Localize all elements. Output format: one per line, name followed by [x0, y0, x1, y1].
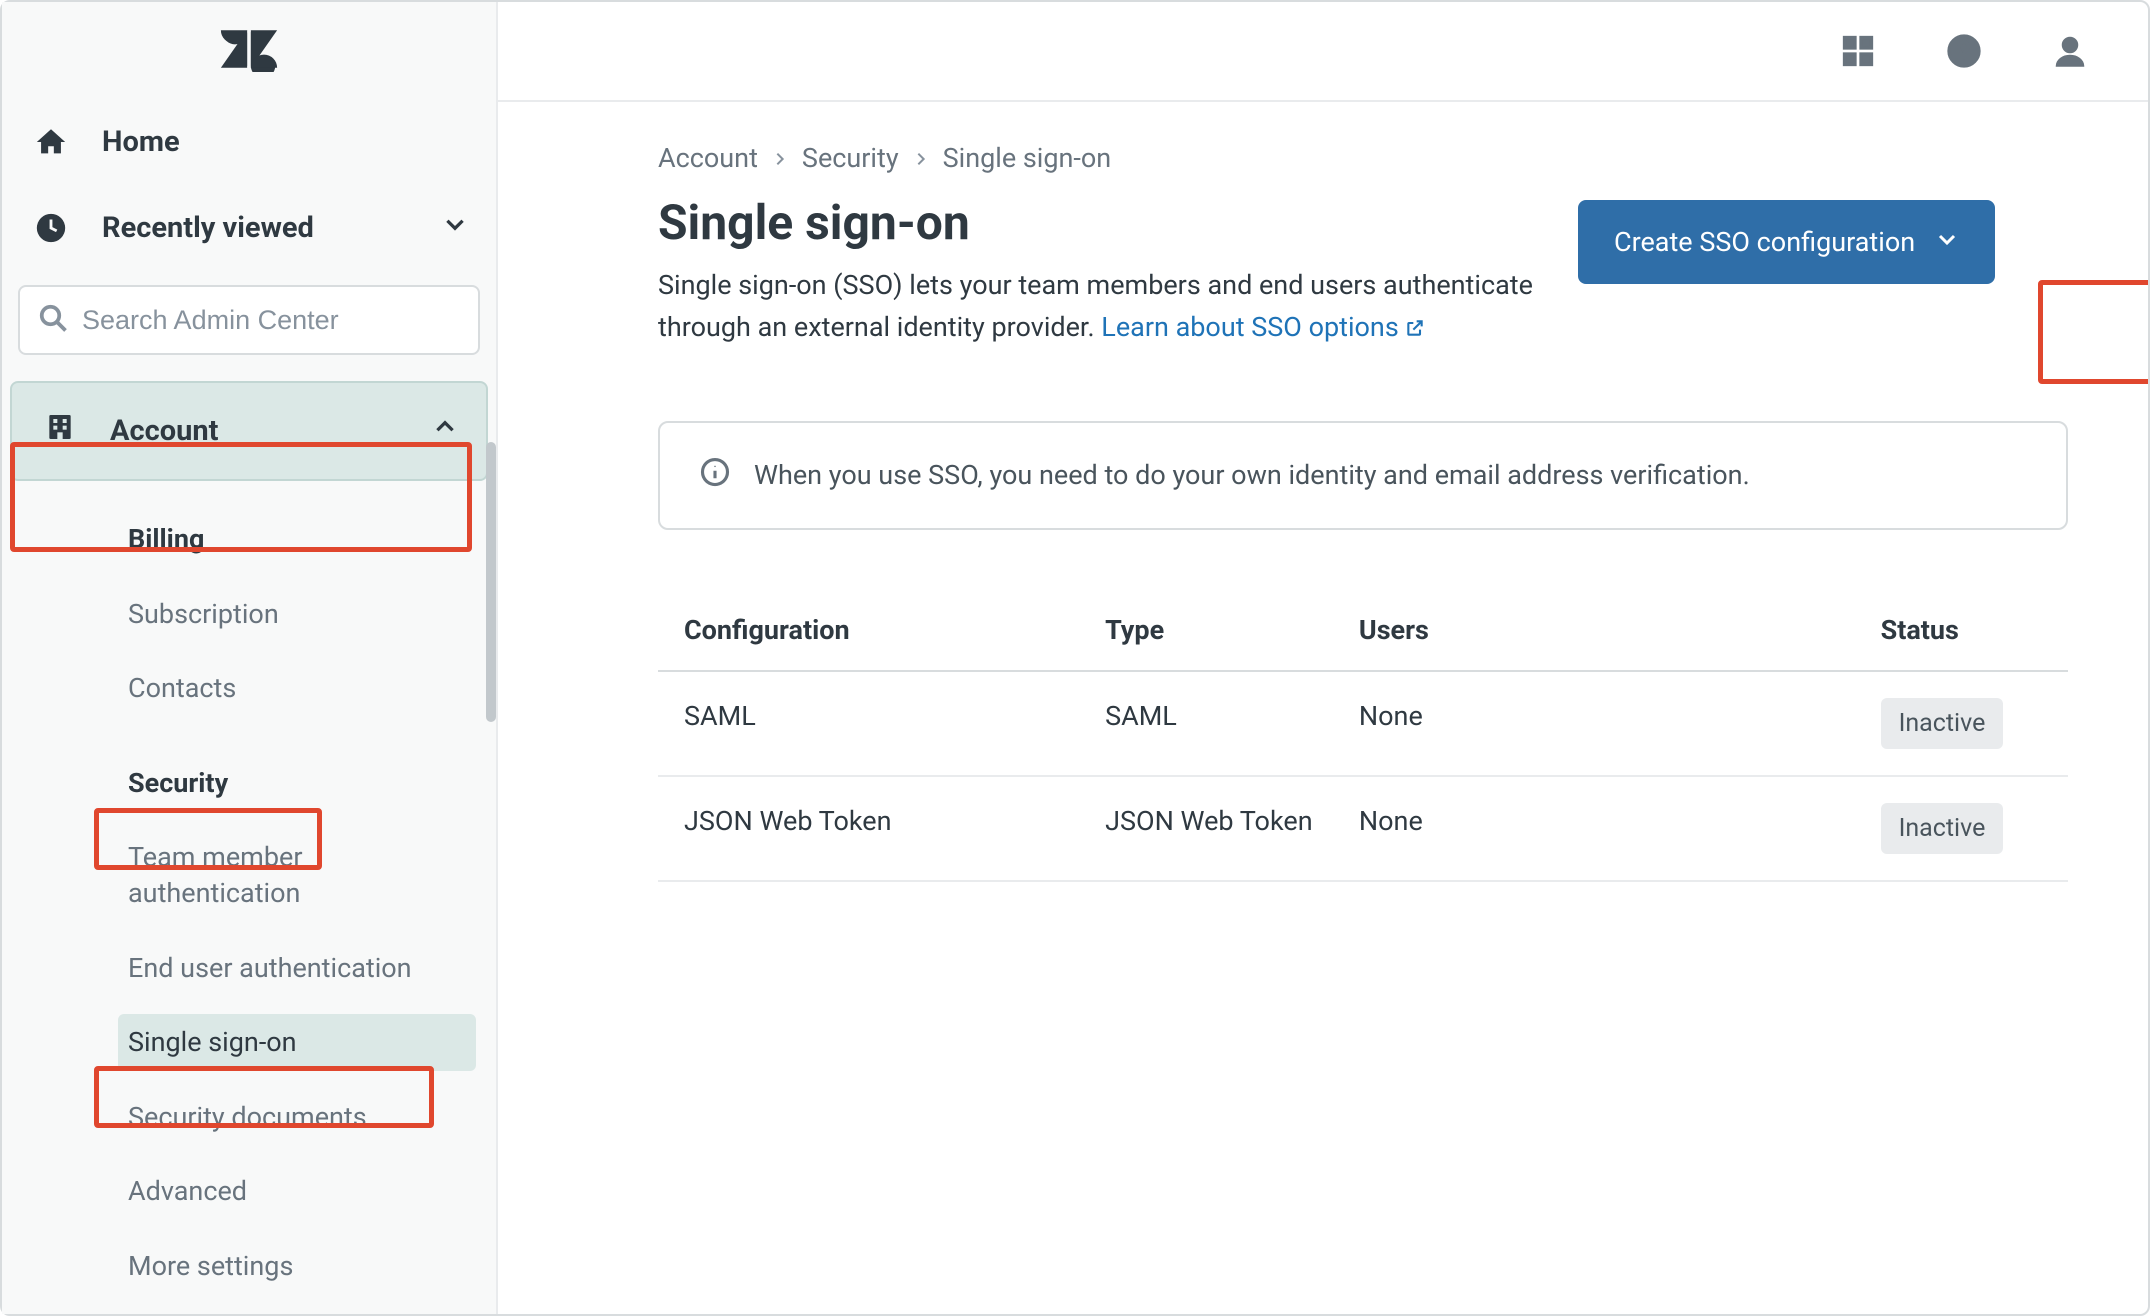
profile-icon[interactable] — [2052, 33, 2088, 69]
sidebar: Home Recently viewed Accoun — [2, 2, 498, 1314]
chevron-up-icon — [432, 414, 458, 448]
col-configuration: Configuration — [658, 590, 1095, 671]
chevron-right-icon — [913, 142, 929, 174]
create-sso-button[interactable]: Create SSO configuration — [1578, 200, 1995, 284]
col-users: Users — [1349, 590, 1871, 671]
content: Account Security Single sign-on Single s… — [498, 102, 2148, 1314]
home-icon — [34, 125, 68, 159]
main: Account Security Single sign-on Single s… — [498, 2, 2148, 1314]
sidebar-item-home[interactable]: Home — [2, 99, 496, 185]
table-row[interactable]: SAML SAML None Inactive — [658, 671, 2068, 776]
sidebar-item-advanced[interactable]: Advanced — [118, 1163, 476, 1219]
cell-users: None — [1349, 671, 1871, 776]
app-frame: Home Recently viewed Accoun — [0, 0, 2150, 1316]
cell-config: JSON Web Token — [658, 776, 1095, 881]
sidebar-item-subscription[interactable]: Subscription — [118, 586, 476, 642]
sidebar-sublist: Billing Subscription Contacts Security T… — [2, 481, 496, 1314]
chevron-down-icon — [442, 211, 468, 245]
info-banner: When you use SSO, you need to do your ow… — [658, 421, 2068, 530]
logo-row — [2, 2, 496, 99]
search-icon — [38, 303, 68, 337]
sidebar-item-label: Home — [102, 125, 180, 159]
breadcrumb: Account Security Single sign-on — [658, 142, 2068, 174]
sso-table: Configuration Type Users Status SAML SAM… — [658, 590, 2068, 882]
sidebar-section-label: Account — [110, 414, 218, 448]
learn-sso-link[interactable]: Learn about SSO options — [1101, 311, 1425, 343]
sidebar-item-security[interactable]: Security — [118, 755, 476, 811]
sidebar-item-label: Recently viewed — [102, 211, 314, 245]
breadcrumb-single-sign-on[interactable]: Single sign-on — [943, 142, 1112, 174]
chevron-right-icon — [772, 142, 788, 174]
chevron-down-icon — [1935, 226, 1959, 258]
topbar — [498, 2, 2148, 102]
cell-status: Inactive — [1871, 671, 2068, 776]
building-icon — [44, 411, 76, 451]
page-description: Single sign-on (SSO) lets your team memb… — [658, 265, 1538, 351]
title-row: Single sign-on Single sign-on (SSO) lets… — [658, 194, 2068, 351]
sidebar-item-contacts[interactable]: Contacts — [118, 660, 476, 716]
search-input[interactable] — [82, 305, 460, 336]
cell-config: SAML — [658, 671, 1095, 776]
status-badge: Inactive — [1881, 698, 2004, 749]
sidebar-item-more-settings[interactable]: More settings — [118, 1238, 476, 1294]
sso-table-wrap: Configuration Type Users Status SAML SAM… — [658, 590, 2068, 882]
cell-type: SAML — [1095, 671, 1349, 776]
cell-status: Inactive — [1871, 776, 2068, 881]
sidebar-item-recently-viewed[interactable]: Recently viewed — [2, 185, 496, 271]
info-icon — [700, 457, 730, 494]
sidebar-item-team-auth[interactable]: Team member authentication — [118, 829, 476, 922]
info-banner-text: When you use SSO, you need to do your ow… — [754, 459, 1750, 491]
col-status: Status — [1871, 590, 2068, 671]
apps-icon[interactable] — [1840, 33, 1876, 69]
table-header-row: Configuration Type Users Status — [658, 590, 2068, 671]
scrollbar-thumb[interactable] — [486, 442, 496, 722]
sidebar-item-security-documents[interactable]: Security documents — [118, 1089, 476, 1145]
status-badge: Inactive — [1881, 803, 2004, 854]
sidebar-item-single-sign-on[interactable]: Single sign-on — [118, 1014, 476, 1070]
cell-users: None — [1349, 776, 1871, 881]
col-type: Type — [1095, 590, 1349, 671]
learn-sso-link-text: Learn about SSO options — [1101, 311, 1399, 343]
cell-type: JSON Web Token — [1095, 776, 1349, 881]
create-sso-button-label: Create SSO configuration — [1614, 226, 1915, 258]
clock-icon — [34, 211, 68, 245]
sidebar-item-enduser-auth[interactable]: End user authentication — [118, 940, 476, 996]
breadcrumb-security[interactable]: Security — [802, 142, 899, 174]
title-block: Single sign-on Single sign-on (SSO) lets… — [658, 194, 1538, 351]
sidebar-item-billing[interactable]: Billing — [118, 511, 476, 567]
page-title: Single sign-on — [658, 194, 1538, 251]
breadcrumb-account[interactable]: Account — [658, 142, 758, 174]
search-box[interactable] — [18, 285, 480, 355]
table-row[interactable]: JSON Web Token JSON Web Token None Inact… — [658, 776, 2068, 881]
zendesk-logo-icon — [219, 26, 279, 76]
sidebar-section-account[interactable]: Account — [10, 381, 488, 481]
external-link-icon — [1405, 309, 1425, 351]
help-icon[interactable] — [1946, 33, 1982, 69]
search-wrap — [2, 271, 496, 381]
